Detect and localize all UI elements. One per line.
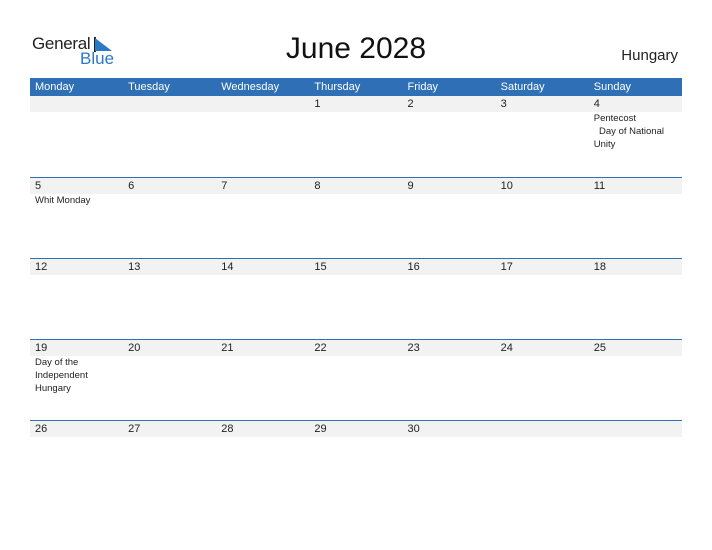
day-number: 21 [221, 342, 234, 354]
holiday-event: Pentecost Day of National Unity [593, 113, 664, 150]
day-cell [589, 421, 682, 501]
day-number [221, 96, 309, 112]
day-number: 30 [407, 423, 420, 435]
day-number: 4 [593, 98, 600, 110]
day-number: 28 [221, 423, 234, 435]
day-number: 11 [593, 180, 606, 192]
day-number: 7 [221, 180, 228, 192]
day-number: 20 [128, 342, 141, 354]
week-row: 19 Day of the Independent Hungary 20 21 22 23… [30, 339, 682, 420]
week-cells: 1 2 3 4 Pentecost Day of National Unity [30, 96, 682, 177]
day-number: 1 [314, 98, 321, 110]
day-cell: 3 [496, 96, 589, 177]
weekday-header: Monday Tuesday Wednesday Thursday Friday… [30, 78, 682, 96]
day-cell: 4 Pentecost Day of National Unity [589, 96, 682, 177]
day-number: 16 [407, 261, 420, 273]
weekday-wednesday: Wednesday [221, 81, 280, 93]
day-cell: 15 [309, 259, 402, 339]
week-cells: 12 13 14 15 16 17 18 [30, 259, 682, 339]
weekday-monday: Monday [35, 81, 75, 93]
day-cell: 21 [216, 340, 309, 420]
weekday-thursday: Thursday [314, 81, 361, 93]
day-cell: 8 [309, 178, 402, 258]
weekday-friday: Friday [407, 81, 439, 93]
day-number: 13 [128, 261, 141, 273]
day-number: 10 [500, 180, 513, 192]
week-cells: 5 Whit Monday 6 7 8 9 10 11 [30, 178, 682, 258]
day-cell: 2 [403, 96, 496, 177]
week-cells: 19 Day of the Independent Hungary 20 21 22 23… [30, 340, 682, 420]
day-cell: 30 [403, 421, 496, 501]
day-number: 29 [314, 423, 327, 435]
day-number: 18 [593, 261, 606, 273]
day-cell: 16 [403, 259, 496, 339]
day-cell: 24 [496, 340, 589, 420]
holiday-event: Day of the Independent Hungary [35, 357, 91, 394]
day-number: 2 [407, 98, 414, 110]
day-cell: 20 [123, 340, 216, 420]
day-cell: 9 [403, 178, 496, 258]
day-number: 22 [314, 342, 327, 354]
day-cell: 19 Day of the Independent Hungary [30, 340, 123, 420]
day-cell: 1 [309, 96, 402, 177]
page-title: June 2028 [285, 32, 427, 65]
day-number [128, 96, 216, 112]
weekday-tuesday: Tuesday [128, 81, 170, 93]
day-number: 8 [314, 180, 321, 192]
day-number: 14 [221, 261, 234, 273]
day-cell: 29 [309, 421, 402, 501]
day-number: 15 [314, 261, 327, 273]
week-row: 12 13 14 15 16 17 18 [30, 258, 682, 339]
weekday-saturday: Saturday [500, 81, 545, 93]
day-cell: 27 [123, 421, 216, 501]
day-cell: 11 [589, 178, 682, 258]
day-number: 25 [593, 342, 606, 354]
day-cell: 10 [496, 178, 589, 258]
day-cell: 6 [123, 178, 216, 258]
day-cell: 18 [589, 259, 682, 339]
day-cell: 28 [216, 421, 309, 501]
day-cell: 23 [403, 340, 496, 420]
day-cell [496, 421, 589, 501]
day-cell [123, 96, 216, 177]
day-cell: 13 [123, 259, 216, 339]
day-number: 6 [128, 180, 135, 192]
day-cell: 12 [30, 259, 123, 339]
day-number: 9 [407, 180, 414, 192]
day-cell: 14 [216, 259, 309, 339]
holiday-event: Whit Monday [35, 195, 91, 206]
day-cell: 5 Whit Monday [30, 178, 123, 258]
week-row: 5 Whit Monday 6 7 8 9 10 11 [30, 177, 682, 258]
weekday-sunday: Sunday [593, 81, 632, 93]
day-cell: 26 [30, 421, 123, 501]
day-number [35, 96, 123, 112]
day-number: 24 [500, 342, 513, 354]
day-number: 17 [500, 261, 513, 273]
week-row: 26 27 28 29 30 [30, 420, 682, 501]
country-label: Hungary [621, 47, 678, 64]
day-number [501, 421, 589, 437]
day-cell: 17 [496, 259, 589, 339]
day-number [594, 421, 682, 437]
day-number: 26 [35, 423, 48, 435]
calendar: Monday Tuesday Wednesday Thursday Friday… [30, 78, 682, 501]
day-number: 23 [407, 342, 420, 354]
day-cell [30, 96, 123, 177]
day-number: 27 [128, 423, 141, 435]
day-number: 12 [35, 261, 48, 273]
day-number: 19 [35, 342, 48, 354]
day-cell: 22 [309, 340, 402, 420]
day-cell: 7 [216, 178, 309, 258]
weeks-container: 1 2 3 4 Pentecost Day of National Unity 5 Whit… [30, 96, 682, 501]
week-cells: 26 27 28 29 30 [30, 421, 682, 501]
week-row: 1 2 3 4 Pentecost Day of National Unity [30, 96, 682, 177]
day-cell: 25 [589, 340, 682, 420]
day-number: 3 [500, 98, 507, 110]
day-cell [216, 96, 309, 177]
day-number: 5 [35, 180, 42, 192]
